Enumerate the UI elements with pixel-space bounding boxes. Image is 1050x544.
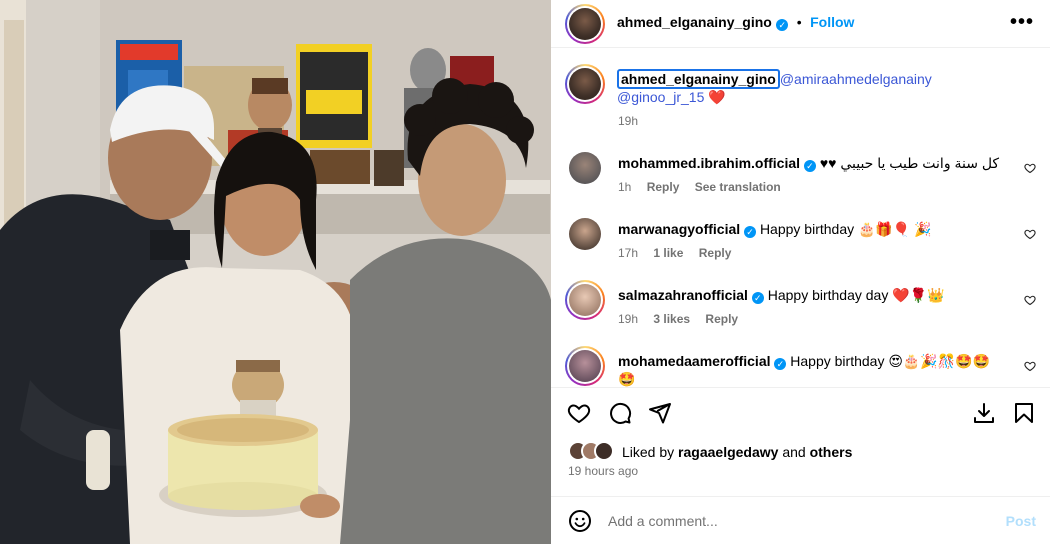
comment-body: Happy birthday 🎂🎁🎈 🎉: [759, 221, 932, 237]
commenter-avatar[interactable]: [565, 280, 605, 320]
comment-row: mohammed.ibrahim.official ✓ كل سنة وانت …: [551, 150, 1050, 210]
commenter-avatar[interactable]: [569, 218, 601, 250]
post-photo[interactable]: [0, 0, 551, 544]
reply-button[interactable]: Reply: [705, 312, 738, 326]
comment-body: Happy birthday 😍🎂🎉🎊🤩🤩: [790, 353, 991, 369]
heart-emoji: ❤️: [708, 89, 726, 105]
comment-text: mohamedaamerofficial ✓ Happy birthday 😍🎂…: [618, 352, 1018, 387]
comment-username[interactable]: mohammed.ibrahim.official: [618, 155, 800, 171]
comment-username[interactable]: mohamedaamerofficial: [618, 353, 771, 369]
caption-text: ahmed_elganainy_gino @amiraahmedelganainy…: [617, 69, 1017, 106]
comment-meta: 17h 1 like Reply: [618, 246, 743, 260]
comment-body-cont: 🤩: [618, 371, 636, 387]
reply-button[interactable]: Reply: [647, 180, 680, 194]
comment-time[interactable]: 17h: [618, 246, 638, 260]
mention-link[interactable]: @amiraahmedelganainy: [780, 71, 932, 87]
reply-button[interactable]: Reply: [699, 246, 732, 260]
like-comment-heart-icon[interactable]: [1024, 228, 1036, 240]
liked-by-prefix: Liked by: [622, 444, 675, 460]
comment-username[interactable]: salmazahranofficial: [618, 287, 748, 303]
verified-badge-icon: ✓: [751, 292, 764, 304]
commenter-avatar[interactable]: [565, 346, 605, 386]
post-actions: [551, 388, 1050, 438]
comment-likes[interactable]: 1 like: [653, 246, 683, 260]
comment-time[interactable]: 19h: [618, 312, 638, 326]
liker-avatar: [594, 441, 614, 461]
like-comment-heart-icon[interactable]: [1024, 294, 1036, 306]
verified-badge-icon: ✓: [744, 226, 757, 238]
comment-meta: 19h 3 likes Reply: [618, 312, 750, 326]
like-comment-heart-icon[interactable]: [1024, 360, 1036, 372]
separator-dot: •: [796, 14, 802, 30]
comment-time[interactable]: 1h: [618, 180, 631, 194]
download-icon[interactable]: [972, 401, 996, 425]
comment-username[interactable]: marwanagyofficial: [618, 221, 740, 237]
liked-by-and: and: [782, 444, 806, 460]
more-horizontal-icon[interactable]: •••: [1010, 12, 1034, 32]
liked-by-others[interactable]: others: [810, 444, 853, 460]
caption-row: ahmed_elganainy_gino @amiraahmedelganainy…: [551, 64, 1050, 134]
commenter-avatar[interactable]: [569, 152, 601, 184]
comment-text: mohammed.ibrahim.official ✓ كل سنة وانت …: [618, 154, 1018, 172]
see-translation-button[interactable]: See translation: [695, 180, 781, 194]
comment-text: marwanagyofficial ✓ Happy birthday 🎂🎁🎈 🎉: [618, 220, 1018, 238]
verified-badge-icon: ✓: [774, 358, 787, 370]
comment-input[interactable]: [608, 511, 988, 531]
comment-text: salmazahranofficial ✓ Happy birthday day…: [618, 286, 1018, 304]
save-bookmark-icon[interactable]: [1012, 401, 1036, 425]
author-avatar[interactable]: [565, 4, 605, 44]
follow-button[interactable]: Follow: [810, 14, 854, 30]
comment-row: marwanagyofficial ✓ Happy birthday 🎂🎁🎈 🎉…: [551, 216, 1050, 276]
verified-badge-icon: ✓: [776, 19, 789, 31]
photo-illustration: [0, 0, 551, 544]
post-comment-button[interactable]: Post: [1006, 513, 1036, 529]
comment-row: salmazahranofficial ✓ Happy birthday day…: [551, 280, 1050, 340]
mention-link[interactable]: @ginoo_jr_15: [617, 89, 704, 105]
comment-body: كل سنة وانت طيب يا حبيبي ♥♥: [819, 155, 1000, 171]
like-comment-heart-icon[interactable]: [1024, 162, 1036, 174]
comment-meta: 1h Reply See translation: [618, 180, 793, 194]
share-send-icon[interactable]: [648, 401, 672, 425]
liked-by-text: Liked by ragaaelgedawy and others: [622, 444, 852, 460]
liker-avatars: [568, 441, 616, 463]
author-username[interactable]: ahmed_elganainy_gino: [617, 14, 772, 30]
caption-time[interactable]: 19h: [618, 114, 638, 128]
verified-badge-icon: ✓: [803, 160, 816, 172]
caption-avatar[interactable]: [565, 64, 605, 104]
caption-meta: 19h: [618, 114, 650, 128]
comment-composer: Post: [551, 496, 1050, 544]
comment-body: Happy birthday day ❤️🌹👑: [767, 287, 945, 303]
caption-username[interactable]: ahmed_elganainy_gino: [617, 69, 780, 89]
like-heart-icon[interactable]: [567, 401, 591, 425]
post-details-panel: ahmed_elganainy_gino ✓ • Follow ••• ahme…: [551, 0, 1050, 544]
emoji-smiley-icon[interactable]: [568, 509, 592, 533]
comment-bubble-icon[interactable]: [608, 401, 632, 425]
post-timestamp[interactable]: 19 hours ago: [568, 464, 638, 478]
author-line: ahmed_elganainy_gino ✓ • Follow: [617, 14, 854, 32]
comment-row: mohamedaamerofficial ✓ Happy birthday 😍🎂…: [551, 346, 1050, 387]
liked-by-user[interactable]: ragaaelgedawy: [678, 444, 778, 460]
comments-list[interactable]: ahmed_elganainy_gino @amiraahmedelganainy…: [551, 48, 1050, 388]
comment-likes[interactable]: 3 likes: [653, 312, 690, 326]
post-header: ahmed_elganainy_gino ✓ • Follow •••: [551, 0, 1050, 48]
